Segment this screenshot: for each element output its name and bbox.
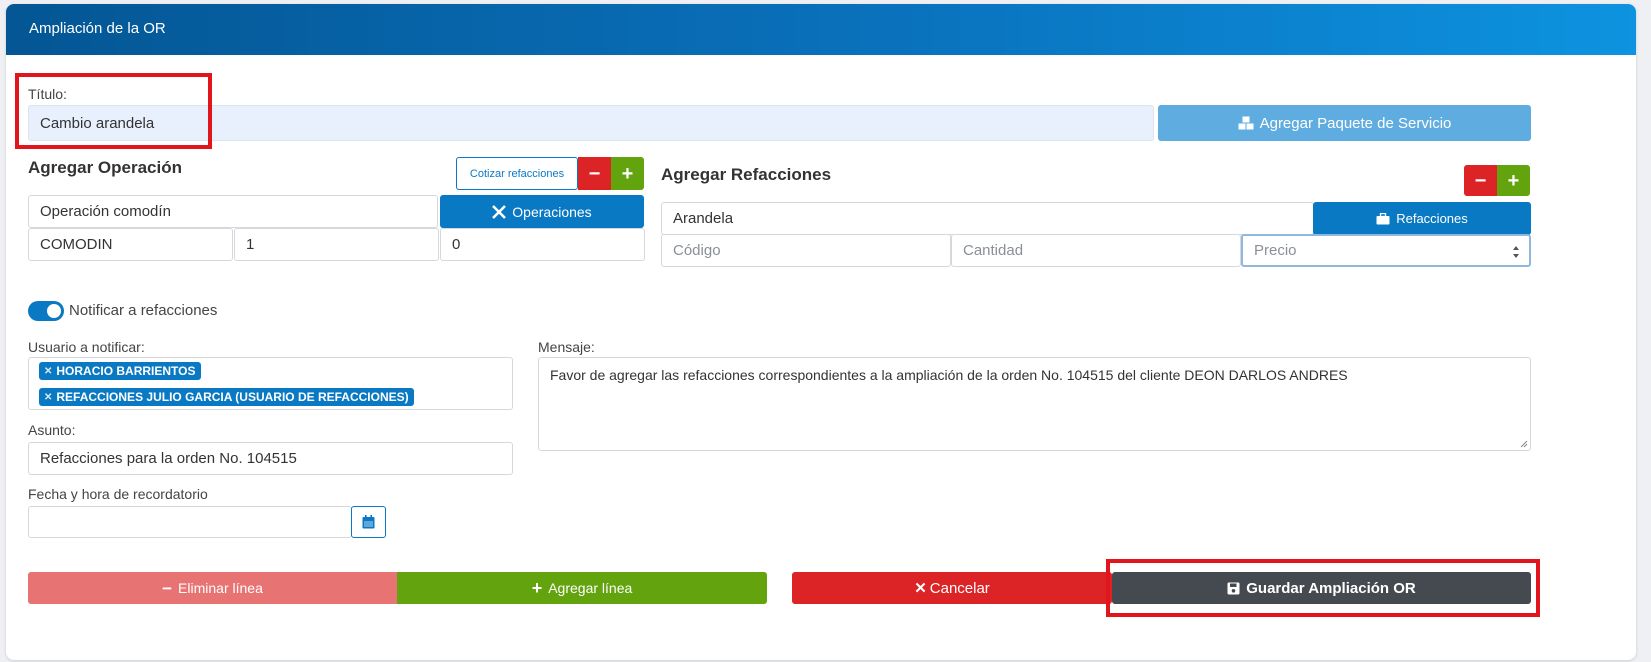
cancelar-button[interactable]: ✕ Cancelar xyxy=(792,572,1112,604)
remove-chip-icon[interactable]: ✕ xyxy=(44,392,52,403)
highlight-titulo xyxy=(15,73,212,149)
mensaje-text: Favor de agregar las refacciones corresp… xyxy=(550,367,1348,383)
close-icon: ✕ xyxy=(914,580,927,597)
asunto-label: Asunto: xyxy=(28,422,76,438)
cancelar-label: Cancelar xyxy=(929,579,990,597)
calendar-icon xyxy=(362,515,375,529)
refacciones-button[interactable]: Refacciones xyxy=(1313,202,1531,235)
operacion-precio-input[interactable]: 0 xyxy=(440,228,645,261)
remove-chip-icon[interactable]: ✕ xyxy=(44,366,52,377)
calendar-button[interactable] xyxy=(351,506,386,538)
panel-title: Ampliación de la OR xyxy=(29,20,166,37)
refacciones-remove-button[interactable]: − xyxy=(1464,165,1497,196)
refaccion-cantidad-input[interactable]: Cantidad xyxy=(951,234,1241,267)
highlight-guardar xyxy=(1106,559,1540,617)
usuario-chip[interactable]: ✕ REFACCIONES JULIO GARCIA (USUARIO DE RE… xyxy=(39,388,414,406)
operacion-nombre-input[interactable]: Operación comodín xyxy=(28,195,438,228)
refaccion-precio-placeholder: Precio xyxy=(1254,242,1297,259)
usuario-label: Usuario a notificar: xyxy=(28,339,145,355)
minus-icon: − xyxy=(162,578,173,598)
agregar-paquete-button[interactable]: Agregar Paquete de Servicio xyxy=(1158,105,1531,141)
mensaje-textarea[interactable]: Favor de agregar las refacciones corresp… xyxy=(538,357,1531,451)
usuario-select[interactable]: ✕ HORACIO BARRIENTOS ✕ REFACCIONES JULIO G… xyxy=(28,357,513,410)
spinner-icon[interactable] xyxy=(1512,245,1520,259)
minus-icon: − xyxy=(588,162,601,185)
operaciones-button[interactable]: Operaciones xyxy=(440,195,644,228)
toolbox-icon xyxy=(1376,212,1390,224)
refaccion-codigo-input[interactable]: Código xyxy=(661,234,951,267)
operacion-codigo-input[interactable]: COMODIN xyxy=(28,228,233,261)
minus-icon: − xyxy=(1474,169,1487,192)
notificar-label: Notificar a refacciones xyxy=(69,302,218,319)
operacion-cantidad-input[interactable]: 1 xyxy=(234,228,439,261)
refaccion-precio-input[interactable]: Precio xyxy=(1241,234,1531,267)
agregar-paquete-label: Agregar Paquete de Servicio xyxy=(1259,114,1452,132)
operacion-add-button[interactable]: + xyxy=(611,157,644,190)
fecha-label: Fecha y hora de recordatorio xyxy=(28,486,208,502)
tools-icon xyxy=(492,204,507,219)
usuario-chip-label: HORACIO BARRIENTOS xyxy=(56,364,196,378)
refacciones-label: Refacciones xyxy=(1396,211,1468,226)
agregar-linea-button[interactable]: + Agregar línea xyxy=(397,572,767,604)
asunto-input[interactable]: Refacciones para la orden No. 104515 xyxy=(28,442,513,475)
usuario-chip[interactable]: ✕ HORACIO BARRIENTOS xyxy=(39,362,201,380)
plus-icon: + xyxy=(621,162,634,185)
toggle-knob xyxy=(47,304,61,318)
refacciones-add-button[interactable]: + xyxy=(1497,165,1530,196)
ampliacion-panel: Ampliación de la OR Título: Cambio arand… xyxy=(6,4,1636,660)
operacion-remove-button[interactable]: − xyxy=(578,157,611,190)
refacciones-title: Agregar Refacciones xyxy=(661,165,832,184)
panel-header: Ampliación de la OR xyxy=(6,4,1636,55)
plus-icon: + xyxy=(1507,169,1520,192)
fecha-input[interactable] xyxy=(28,506,352,538)
agregar-linea-label: Agregar línea xyxy=(548,580,633,596)
operacion-title: Agregar Operación xyxy=(28,158,182,177)
operaciones-label: Operaciones xyxy=(512,203,592,220)
eliminar-linea-label: Eliminar línea xyxy=(178,580,263,596)
mensaje-label: Mensaje: xyxy=(538,339,595,355)
refaccion-nombre-input[interactable]: Arandela xyxy=(661,202,1314,235)
notificar-toggle[interactable] xyxy=(28,301,64,321)
resize-handle-icon[interactable] xyxy=(1520,440,1528,448)
usuario-chip-label: REFACCIONES JULIO GARCIA (USUARIO DE REF… xyxy=(56,390,409,404)
cubes-icon xyxy=(1238,116,1254,130)
plus-icon: + xyxy=(531,578,543,598)
eliminar-linea-button[interactable]: − Eliminar línea xyxy=(28,572,397,604)
cotizar-refacciones-button[interactable]: Cotizar refacciones xyxy=(456,157,578,190)
